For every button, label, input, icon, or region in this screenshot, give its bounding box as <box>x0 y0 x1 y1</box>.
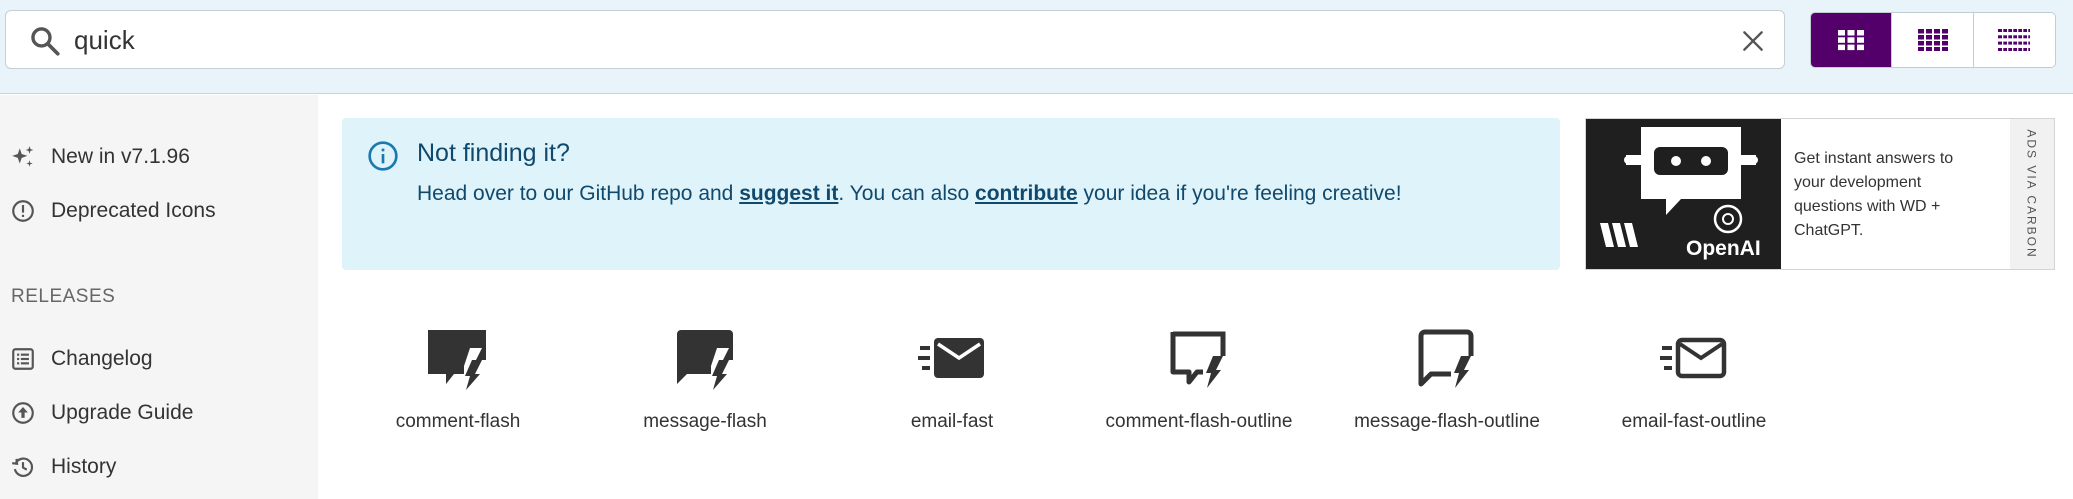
icon-result-comment-flash[interactable]: comment-flash <box>348 322 568 432</box>
sidebar-item-label: New in v7.1.96 <box>51 145 190 168</box>
sidebar-item-label: Upgrade Guide <box>51 401 194 424</box>
icon-result-email-fast[interactable]: email-fast <box>842 322 1062 432</box>
top-bar <box>0 0 2073 94</box>
alert-circle-icon <box>12 200 34 222</box>
sidebar-item-history[interactable]: History <box>10 450 116 484</box>
comment-flash-icon <box>428 330 486 390</box>
sparkle-icon <box>12 146 34 167</box>
ad-via-label[interactable]: ADS VIA CARBON <box>2025 129 2039 258</box>
search-icon <box>31 27 60 56</box>
ad-brand-text: OpenAI <box>1686 237 1761 260</box>
search-input[interactable] <box>74 19 1714 61</box>
notice-text: Head over to our GitHub repo and <box>417 182 740 205</box>
ad-text[interactable]: Get instant answers to your development … <box>1794 147 1984 243</box>
message-flash-outline-icon <box>1418 329 1474 388</box>
arrow-up-circle-icon <box>12 402 34 424</box>
notice-title: Not finding it? <box>417 139 570 167</box>
icon-label: message-flash <box>643 411 767 432</box>
icon-result-email-fast-outline[interactable]: email-fast-outline <box>1584 322 1804 432</box>
notice-text: . You can also <box>838 182 976 205</box>
view-medium-button[interactable] <box>1892 13 1974 67</box>
grid-large-icon <box>1838 30 1865 51</box>
sidebar: New in v7.1.96 Deprecated Icons RELEASES… <box>0 95 318 499</box>
sidebar-item-changelog[interactable]: Changelog <box>10 342 153 376</box>
view-large-button[interactable] <box>1811 13 1893 67</box>
notice-text: your idea if you're feeling creative! <box>1077 182 1402 205</box>
sidebar-item-label: Changelog <box>51 347 153 370</box>
icon-result-message-flash[interactable]: message-flash <box>595 322 815 432</box>
list-box-icon <box>12 348 34 370</box>
view-size-toggle <box>1810 12 2056 68</box>
ad-image[interactable]: OpenAI <box>1586 119 1781 269</box>
view-small-button[interactable] <box>1974 13 2055 67</box>
icon-result-message-flash-outline[interactable]: message-flash-outline <box>1337 322 1557 432</box>
email-fast-icon <box>918 338 984 378</box>
info-icon <box>368 141 398 171</box>
ad-via-carbon: ADS VIA CARBON <box>2010 119 2054 269</box>
grid-medium-icon <box>1917 29 1948 51</box>
sidebar-item-label: History <box>51 455 117 478</box>
contribute-link[interactable]: contribute <box>975 182 1078 205</box>
grid-small-icon <box>1998 29 2031 51</box>
message-flash-icon <box>677 330 733 390</box>
suggest-it-link[interactable]: suggest it <box>739 182 838 205</box>
carbon-ad: OpenAI Get instant answers to your devel… <box>1585 118 2055 270</box>
sidebar-item-new-in[interactable]: New in v7.1.96 <box>10 140 190 174</box>
close-icon[interactable] <box>1740 28 1766 54</box>
releases-heading: RELEASES <box>11 286 116 307</box>
icon-label: message-flash-outline <box>1354 411 1540 432</box>
search-box[interactable] <box>5 10 1785 69</box>
icon-result-comment-flash-outline[interactable]: comment-flash-outline <box>1089 322 1309 432</box>
comment-flash-outline-icon <box>1170 331 1226 388</box>
icon-label: email-fast <box>910 411 994 432</box>
email-fast-outline-icon <box>1660 337 1727 379</box>
notice-body: Head over to our GitHub repo and suggest… <box>417 182 1402 206</box>
not-finding-notice: Not finding it? Head over to our GitHub … <box>342 118 1560 270</box>
icon-label: email-fast-outline <box>1621 411 1767 432</box>
history-icon <box>12 457 34 477</box>
sidebar-item-deprecated[interactable]: Deprecated Icons <box>10 194 216 228</box>
sidebar-item-label: Deprecated Icons <box>51 199 216 222</box>
icon-label: comment-flash <box>395 411 521 432</box>
icon-label: comment-flash-outline <box>1105 411 1293 432</box>
robot-chat-icon: OpenAI <box>1600 127 1761 260</box>
sidebar-item-upgrade-guide[interactable]: Upgrade Guide <box>10 396 193 430</box>
